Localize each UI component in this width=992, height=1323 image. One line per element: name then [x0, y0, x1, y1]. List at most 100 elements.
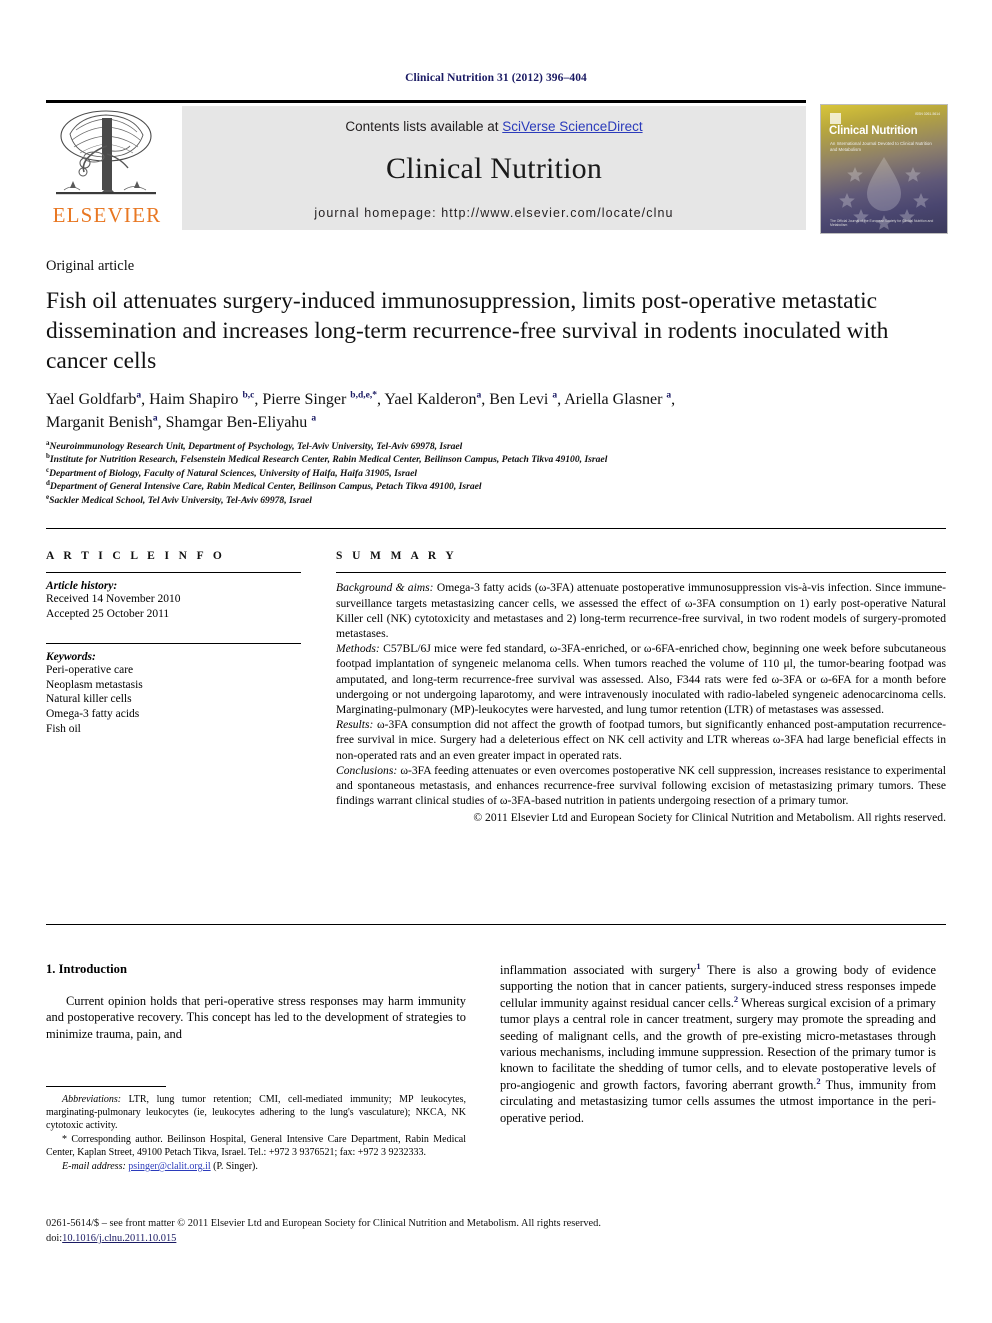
introduction-paragraph-left: Current opinion holds that peri-operativ…: [46, 994, 466, 1041]
author-name: Shamgar Ben-Eliyahu: [165, 414, 308, 431]
article-first-page: Clinical Nutrition 31 (2012) 396–404 ELS…: [0, 0, 992, 1323]
article-history-received: Received 14 November 2010: [46, 593, 181, 605]
summary-background-paragraph: Background & aims: Omega-3 fatty acids (…: [336, 580, 946, 641]
elsevier-logo: ELSEVIER: [46, 106, 168, 230]
contents-available-line: Contents lists available at SciVerse Sci…: [182, 106, 806, 134]
corresponding-email-link[interactable]: psinger@clalit.org.il: [128, 1161, 210, 1172]
article-info-rule: [46, 572, 301, 573]
author-affil-marks: b,c: [242, 390, 255, 401]
running-head: Clinical Nutrition 31 (2012) 396–404: [405, 72, 587, 84]
author-name: Marganit Benish: [46, 414, 153, 431]
affiliation-text: Department of General Intensive Care, Ra…: [49, 481, 482, 493]
summary-copyright: © 2011 Elsevier Ltd and European Society…: [473, 811, 946, 825]
cover-title: Clinical Nutrition: [829, 125, 918, 137]
author-name: Ben Levi: [489, 391, 549, 408]
author-affil-marks: a: [552, 390, 558, 401]
article-history-accepted: Accepted 25 October 2011: [46, 607, 170, 620]
keyword-item: Neoplasm metastasis: [46, 678, 143, 691]
summary-background-label: Background & aims:: [336, 581, 434, 595]
page-title: Fish oil attenuates surgery-induced immu…: [46, 288, 889, 374]
summary-methods-text: C57BL/6J mice were fed standard, ω-3FA-e…: [336, 642, 946, 717]
author-name: Haim Shapiro: [149, 391, 239, 408]
front-matter-line: 0261-5614/$ – see front matter © 2011 El…: [46, 1218, 601, 1229]
page-footer: 0261-5614/$ – see front matter © 2011 El…: [46, 1216, 946, 1246]
section-heading-introduction: 1. Introduction: [46, 962, 127, 976]
body-column-right: inflammation associated with surgery1 Th…: [500, 962, 936, 1126]
affiliation-item: dDepartment of General Intensive Care, R…: [46, 480, 936, 493]
body-column-left: 1. Introduction Current opinion holds th…: [46, 962, 466, 1042]
article-type-label: Original article: [46, 258, 135, 274]
elsevier-wordmark: ELSEVIER: [52, 203, 162, 227]
author-affil-marks: a: [476, 390, 482, 401]
summary-column: S U M M A R Y Background & aims: Omega-3…: [336, 550, 946, 826]
sciencedirect-link[interactable]: SciVerse ScienceDirect: [502, 119, 642, 134]
affiliation-item: bInstitute for Nutrition Research, Felse…: [46, 453, 936, 466]
journal-homepage-line[interactable]: journal homepage: http://www.elsevier.co…: [182, 206, 806, 220]
author-affil-marks: a: [136, 390, 142, 401]
summary-results-paragraph: Results: ω-3FA consumption did not affec…: [336, 717, 946, 763]
author-affil-marks: a: [311, 413, 317, 424]
author-name: Pierre Singer: [262, 391, 347, 408]
affiliation-item: aNeuroimmunology Research Unit, Departme…: [46, 439, 936, 453]
affiliation-text: Institute for Nutrition Research, Felsen…: [49, 454, 608, 466]
cover-issn: ISSN 0261-5614: [914, 112, 940, 116]
author-affil-marks: a: [152, 413, 158, 424]
author-name: Yael Kalderon: [384, 391, 477, 408]
email-label: E-mail address:: [62, 1161, 126, 1172]
summary-rule: [336, 572, 946, 574]
corresponding-author-footnote: * Corresponding author. Beilinson Hospit…: [46, 1134, 466, 1158]
article-info-column: A R T I C L E I N F O Article history: R…: [46, 550, 301, 736]
journal-masthead: ELSEVIER Contents lists available at Sci…: [46, 100, 948, 234]
summary-results-label: Results:: [336, 718, 374, 732]
footnote-block: Abbreviations: LTR, lung tumor retention…: [46, 1086, 466, 1174]
keyword-item: Peri-operative care: [46, 664, 134, 677]
summary-conclusions-label: Conclusions:: [336, 763, 398, 777]
journal-title: Clinical Nutrition: [385, 152, 603, 185]
doi-label: doi:: [46, 1233, 63, 1244]
cover-subtitle: An International Journal Devoted to Clin…: [830, 141, 932, 152]
email-footnote: E-mail address: psinger@clalit.org.il (P…: [46, 1160, 466, 1173]
author-list: Yael Goldfarba, Haim Shapiro b,c, Pierre…: [46, 390, 676, 431]
affiliation-item: eSackler Medical School, Tel Aviv Univer…: [46, 493, 936, 507]
summary-results-text: ω-3FA consumption did not affect the gro…: [336, 718, 946, 762]
infobox-top-rule: [46, 528, 946, 529]
introduction-paragraph-right: inflammation associated with surgery1 Th…: [500, 962, 936, 1126]
contents-prefix: Contents lists available at: [345, 119, 503, 134]
abbreviations-label: Abbreviations:: [62, 1094, 122, 1105]
summary-conclusions-paragraph: Conclusions: ω-3FA feeding attenuates or…: [336, 763, 946, 809]
summary-heading: S U M M A R Y: [336, 550, 458, 562]
article-info-summary-block: A R T I C L E I N F O Article history: R…: [46, 528, 946, 928]
author-name: Ariella Glasner: [564, 391, 663, 408]
summary-methods-label: Methods:: [336, 642, 380, 656]
summary-methods-paragraph: Methods: C57BL/6J mice were fed standard…: [336, 641, 946, 717]
footnote-rule: [46, 1086, 166, 1087]
doi-line: doi:10.1016/j.clnu.2011.10.015: [46, 1231, 946, 1246]
masthead-top-rule: [46, 100, 806, 103]
affiliation-text: Sackler Medical School, Tel Aviv Univers…: [49, 494, 312, 506]
affiliation-list: aNeuroimmunology Research Unit, Departme…: [46, 439, 936, 507]
keywords-rule: [46, 643, 301, 645]
infobox-bottom-rule: [46, 924, 946, 925]
journal-cover-thumbnail: ISSN 0261-5614 Clinical Nutrition An Int…: [820, 104, 948, 234]
journal-band: Contents lists available at SciVerse Sci…: [182, 106, 806, 230]
summary-conclusions-text: ω-3FA feeding attenuates or even overcom…: [336, 763, 946, 808]
author-affil-marks: a: [666, 390, 672, 401]
email-owner: (P. Singer).: [210, 1161, 258, 1172]
elsevier-tree-icon: [56, 110, 156, 195]
keyword-item: Omega-3 fatty acids: [46, 707, 140, 720]
affiliation-item: cDepartment of Biology, Faculty of Natur…: [46, 466, 936, 480]
intro-text-part-1: inflammation associated with surgery: [500, 963, 697, 977]
cover-publisher-mark: [830, 113, 841, 124]
keywords-label: Keywords:: [46, 651, 96, 664]
author-affil-marks: b,d,e,*: [350, 390, 377, 401]
keyword-item: Natural killer cells: [46, 693, 132, 706]
affiliation-text: Department of Biology, Faculty of Natura…: [49, 467, 418, 479]
affiliation-text: Neuroimmunology Research Unit, Departmen…: [49, 441, 463, 452]
article-history-label: Article history:: [46, 580, 118, 592]
article-info-heading: A R T I C L E I N F O: [46, 550, 226, 562]
keyword-item: Fish oil: [46, 722, 81, 735]
doi-link[interactable]: 10.1016/j.clnu.2011.10.015: [62, 1233, 176, 1244]
author-name: Yael Goldfarb: [46, 391, 137, 408]
abbreviations-footnote: Abbreviations: LTR, lung tumor retention…: [46, 1093, 466, 1132]
